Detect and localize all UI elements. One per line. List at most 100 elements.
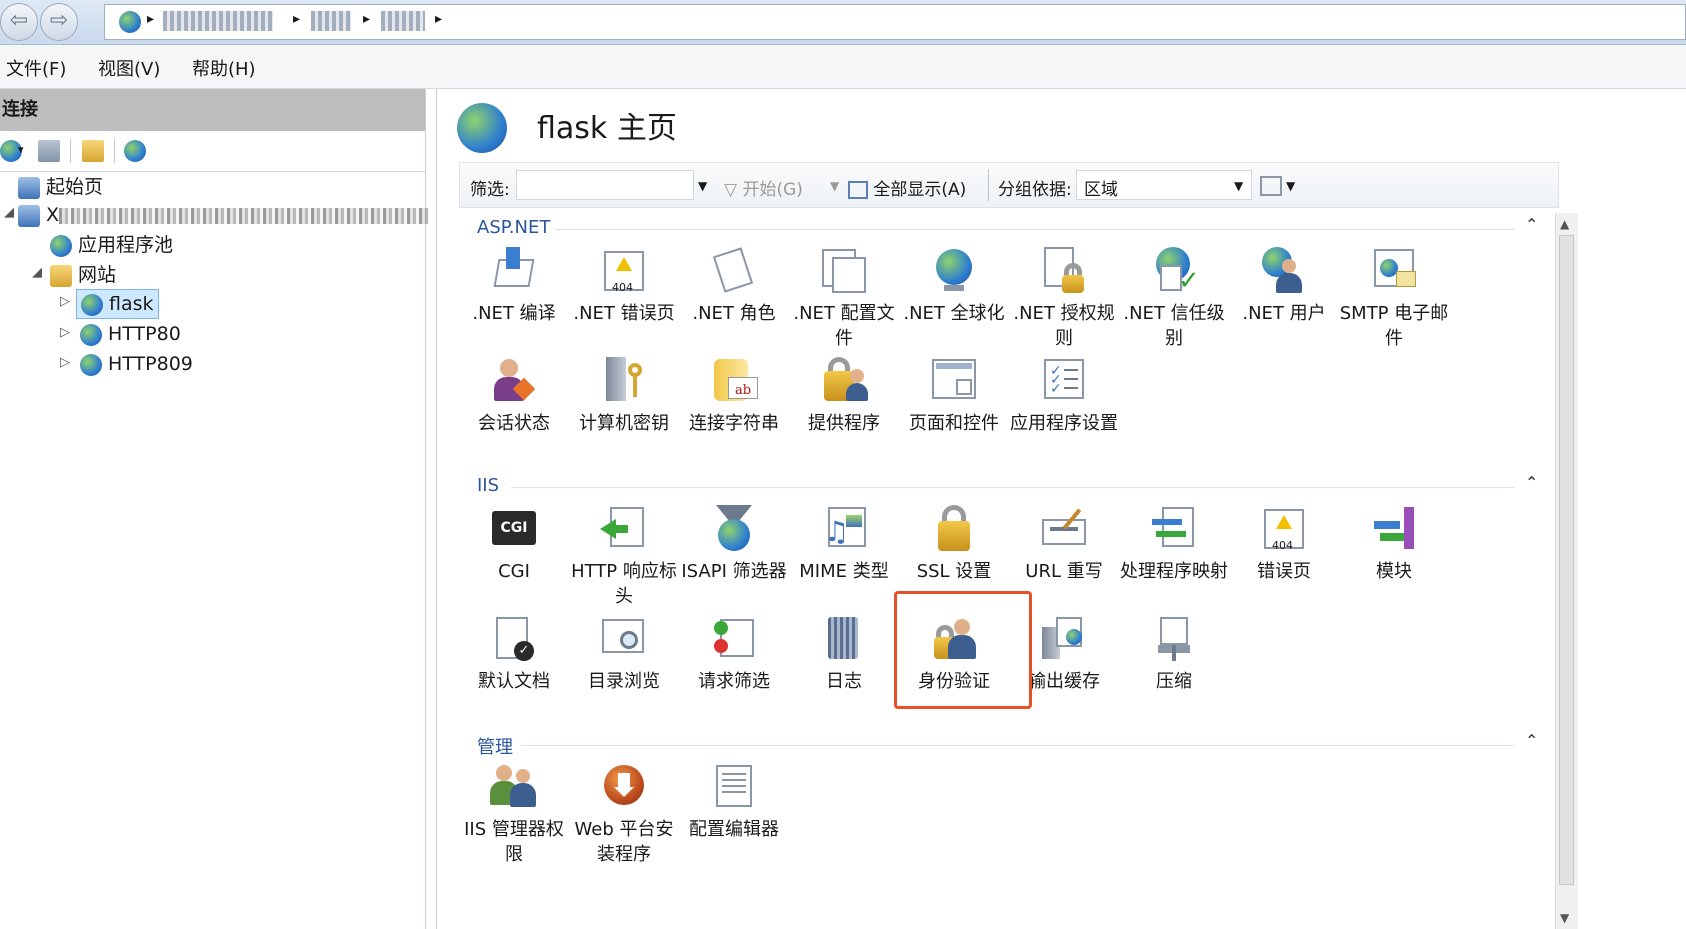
- menu-help[interactable]: 帮助(H): [192, 55, 256, 81]
- feature-handler-mappings[interactable]: 处理程序映射: [1119, 505, 1229, 584]
- scroll-up-icon[interactable]: ▲: [1560, 217, 1569, 231]
- feature-mime-types[interactable]: ♫ MIME 类型: [789, 505, 899, 584]
- collapse-group-icon[interactable]: ⌃: [1525, 731, 1538, 750]
- modules-icon: [1370, 505, 1418, 553]
- feature-http-headers[interactable]: HTTP 响应标头: [569, 505, 679, 609]
- feature-request-filtering[interactable]: 请求筛选: [679, 615, 789, 694]
- collapse-icon[interactable]: ◢: [32, 265, 42, 280]
- server-icon: [18, 204, 40, 227]
- feature-url-rewrite[interactable]: URL 重写: [1009, 505, 1119, 584]
- group-by-value: 区域: [1084, 180, 1118, 200]
- feature-label: HTTP 响应标头: [571, 561, 677, 607]
- collapse-group-icon[interactable]: ⌃: [1525, 215, 1538, 234]
- expand-icon[interactable]: ▷: [60, 294, 70, 309]
- feature-net-authorization[interactable]: .NET 授权规则: [1009, 247, 1119, 351]
- feature-iis-manager-permissions[interactable]: IIS 管理器权限: [459, 763, 569, 867]
- view-mode-icon[interactable]: [1260, 176, 1282, 196]
- feature-logging[interactable]: 日志: [789, 615, 899, 694]
- feature-compression[interactable]: 压缩: [1119, 615, 1229, 694]
- feature-session-state[interactable]: 会话状态: [459, 357, 569, 436]
- expand-icon[interactable]: ▷: [60, 325, 70, 340]
- filter-dropdown-icon[interactable]: ▼: [698, 179, 707, 193]
- tree-item-sites[interactable]: 网站: [50, 261, 116, 289]
- scrollbar-thumb[interactable]: [1559, 235, 1574, 885]
- feature-connection-strings[interactable]: ab 连接字符串: [679, 357, 789, 436]
- feature-cgi[interactable]: CGI CGI: [459, 505, 569, 584]
- breadcrumb-sites[interactable]: [311, 11, 351, 31]
- feature-machine-key[interactable]: 计算机密钥: [569, 357, 679, 436]
- dropdown-arrow-icon[interactable]: ▾: [18, 143, 24, 156]
- breadcrumb-site[interactable]: [381, 11, 425, 31]
- http-headers-icon: [600, 505, 648, 553]
- feature-net-globalization[interactable]: .NET 全球化: [899, 247, 1009, 326]
- feature-label: IIS 管理器权限: [464, 819, 564, 865]
- show-all-icon: [848, 181, 868, 199]
- site-globe-icon: [81, 293, 103, 316]
- breadcrumb-server[interactable]: [163, 11, 273, 31]
- group-title-iis: IIS: [477, 475, 500, 496]
- net-users-icon: [1260, 247, 1308, 295]
- go-button[interactable]: ▽ 开始(G): [724, 175, 803, 200]
- scroll-down-icon[interactable]: ▼: [1560, 911, 1569, 925]
- machine-key-icon: [600, 357, 648, 405]
- feature-label: 连接字符串: [689, 413, 779, 434]
- menu-bar: 文件(F) 视图(V) 帮助(H): [0, 45, 1686, 89]
- back-button[interactable]: ⇦: [0, 3, 38, 41]
- collapse-group-icon[interactable]: ⌃: [1525, 473, 1538, 492]
- tree-item-app-pools[interactable]: 应用程序池: [50, 231, 173, 259]
- forward-button[interactable]: ⇨: [40, 3, 78, 41]
- breadcrumb[interactable]: ▸ ▸ ▸ ▸: [104, 4, 1686, 40]
- feature-net-compile[interactable]: .NET 编译: [459, 247, 569, 326]
- save-icon[interactable]: [38, 140, 60, 162]
- go-dropdown-icon[interactable]: ▼: [830, 179, 839, 193]
- feature-net-users[interactable]: .NET 用户: [1229, 247, 1339, 326]
- view-mode-dropdown-icon[interactable]: ▼: [1286, 179, 1295, 193]
- feature-providers[interactable]: 提供程序: [789, 357, 899, 436]
- net-profile-icon: [820, 247, 868, 295]
- tree-label: HTTP809: [108, 353, 193, 375]
- feature-label: .NET 编译: [472, 303, 556, 324]
- tree-item-start-page[interactable]: 起始页: [18, 173, 103, 201]
- feature-web-platform-installer[interactable]: Web 平台安装程序: [569, 763, 679, 867]
- address-bar: ⇦ ⇨ ▸ ▸ ▸ ▸: [0, 0, 1686, 45]
- tree-label: 应用程序池: [78, 234, 174, 256]
- providers-icon: [820, 357, 868, 405]
- filter-input[interactable]: [516, 170, 694, 200]
- feature-modules[interactable]: 模块: [1339, 505, 1449, 584]
- feature-directory-browsing[interactable]: 目录浏览: [569, 615, 679, 694]
- feature-configuration-editor[interactable]: 配置编辑器: [679, 763, 789, 842]
- feature-label: .NET 配置文件: [793, 303, 895, 349]
- feature-default-document[interactable]: ✓ 默认文档: [459, 615, 569, 694]
- tree-item-flask[interactable]: flask: [76, 289, 159, 319]
- show-all-button[interactable]: 全部显示(A): [848, 175, 966, 200]
- configuration-editor-icon: [710, 763, 758, 811]
- feature-error-pages[interactable]: 404 错误页: [1229, 505, 1339, 584]
- vertical-scrollbar[interactable]: ▲ ▼: [1555, 213, 1578, 929]
- funnel-icon: ▽: [724, 180, 738, 200]
- menu-view[interactable]: 视图(V): [98, 55, 160, 81]
- feature-label: URL 重写: [1025, 561, 1103, 582]
- feature-app-settings[interactable]: ✓ ✓ ✓ 应用程序设置: [1009, 357, 1119, 436]
- disconnect-icon[interactable]: [124, 140, 146, 162]
- feature-pages-controls[interactable]: 页面和控件: [899, 357, 1009, 436]
- feature-isapi-filters[interactable]: ISAPI 筛选器: [679, 505, 789, 584]
- up-level-icon[interactable]: [82, 140, 104, 162]
- feature-net-trust[interactable]: ✓ .NET 信任级别: [1119, 247, 1229, 351]
- expand-icon[interactable]: ▷: [60, 355, 70, 370]
- net-globalization-icon: [930, 247, 978, 295]
- menu-file[interactable]: 文件(F): [6, 55, 66, 81]
- feature-net-profile[interactable]: .NET 配置文件: [789, 247, 899, 351]
- feature-net-roles[interactable]: .NET 角色: [679, 247, 789, 326]
- feature-smtp-email[interactable]: SMTP 电子邮件: [1339, 247, 1449, 351]
- tree-item-http809[interactable]: HTTP809: [80, 350, 193, 378]
- collapse-icon[interactable]: ◢: [4, 205, 14, 220]
- session-state-icon: [490, 357, 538, 405]
- tree-item-server[interactable]: X: [18, 201, 430, 229]
- feature-net-error-page[interactable]: 404 .NET 错误页: [569, 247, 679, 326]
- feature-ssl-settings[interactable]: SSL 设置: [899, 505, 1009, 584]
- app-pools-icon: [50, 234, 72, 257]
- connection-strings-icon: ab: [710, 357, 758, 405]
- tree-item-http80[interactable]: HTTP80: [80, 320, 181, 348]
- group-by-dropdown-icon[interactable]: ▼: [1234, 179, 1243, 193]
- feature-label: .NET 授权规则: [1013, 303, 1115, 349]
